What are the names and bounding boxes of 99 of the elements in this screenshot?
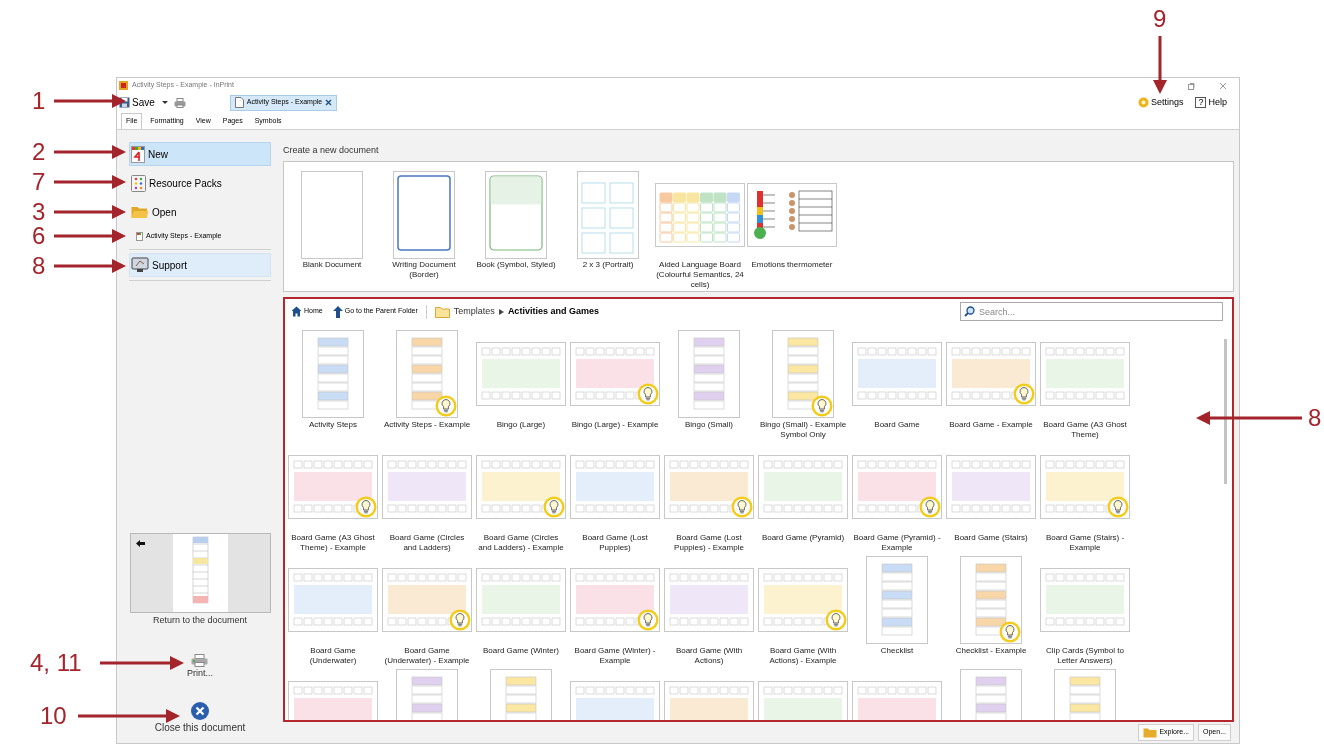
calendar-icon [131,145,145,163]
close-icon[interactable] [1219,81,1227,90]
settings-button[interactable]: Settings [1137,95,1184,110]
template-tile[interactable]: Blank Document [286,169,378,270]
template-tile[interactable]: Board Game [850,327,944,441]
callout-number: 9 [1153,6,1167,32]
template-tile[interactable]: Board Game (Stairs) - Example [1038,440,1132,554]
template-tile[interactable]: Emotions thermometer [746,169,838,270]
callout-arrow [54,259,126,273]
lightbulb-icon [637,382,659,405]
callout-number: 2 [32,139,46,165]
template-tile[interactable]: Aided Language Board (Colourful Semantics, 24 cells) [654,169,746,290]
template-tile[interactable]: Clip Cards (Symbol to Letter Answers) [1038,553,1132,667]
template-tile[interactable]: Book (Symbol, Styled) [470,169,562,270]
callout-arrow [1153,36,1167,94]
template-tile[interactable]: Board Game (A3 Ghost Theme) [1038,327,1132,441]
scrollbar-thumb[interactable] [1224,338,1227,484]
folder-icon [1143,727,1158,738]
callout-number: 3 [32,199,46,225]
support-button[interactable]: Support [129,253,271,277]
chevron-icon [498,308,504,315]
document-icon [136,231,143,241]
search-field[interactable]: Search... [960,302,1223,321]
template-tile[interactable]: Board Game (Winter) - Example [568,553,662,667]
template-tile[interactable]: Checklist [850,553,944,667]
lightbulb-icon [449,608,471,631]
callout-arrow [54,229,126,243]
breadcrumb-current: Activities and Games [507,304,599,318]
restore-icon[interactable] [1187,81,1195,90]
gear-icon [1137,97,1149,108]
printer-icon [191,653,209,667]
callout-number: 1 [32,88,46,114]
template-tile[interactable]: Board Game (Pyramid) [756,440,850,554]
search-icon [964,306,975,317]
callout-arrow [54,205,126,219]
template-tile[interactable]: Board Game (Stairs) [944,440,1038,554]
lightbulb-icon [435,394,457,417]
callout-arrow [54,145,126,159]
template-tile[interactable]: Board Game (With Actions) [662,553,756,667]
lightbulb-icon [1107,495,1129,518]
close-circle-icon [191,702,209,720]
lightbulb-icon [637,608,659,631]
folder-icon [434,305,450,318]
template-tile[interactable]: Checklist - Example [944,553,1038,667]
sidebar-item[interactable]: New [129,142,271,166]
callout-number: 6 [32,223,46,249]
lightbulb-icon [999,620,1021,643]
up-arrow-icon [332,305,343,318]
section-heading: Create a new document [283,144,380,157]
help-button[interactable]: ? Help [1195,95,1227,110]
sidebar-item[interactable]: Open [129,200,271,224]
document-icon [234,97,244,108]
template-tile[interactable]: Activity Steps [286,327,380,441]
preview-caption: Return to the document [152,614,248,627]
caret-icon[interactable] [161,100,168,105]
lightbulb-icon [825,608,847,631]
monitor-icon [131,257,149,273]
callout-number: 4, 11 [30,650,82,676]
printer-icon[interactable] [173,97,186,108]
template-tile[interactable]: Writing Document (Border) [378,169,470,280]
callout-number: 8 [32,253,46,279]
template-tile[interactable]: Bingo (Small) [662,327,756,441]
callout-number: 7 [32,169,46,195]
template-tile[interactable]: Board Game (Lost Puppies) [568,440,662,554]
template-tile[interactable]: 2 x 3 (Portrait) [562,169,654,270]
home-icon [291,306,302,317]
template-tile[interactable]: Board Game (Circles and Ladders) - Example [474,440,568,554]
template-tile[interactable]: Bingo (Large) - Example [568,327,662,441]
lightbulb-icon [1013,382,1035,405]
template-tile[interactable]: Board Game (Winter) [474,553,568,667]
lightbulb-icon [355,495,377,518]
template-tile[interactable]: Board Game (Underwater) [286,553,380,667]
lightbulb-icon [811,394,833,417]
callout-number: 8 [1308,405,1322,431]
template-tile[interactable]: Bingo (Small) - Example Symbol Only [756,327,850,441]
app-icon [119,81,128,90]
folder-icon [131,205,149,219]
template-tile[interactable]: Board Game (With Actions) - Example [756,553,850,667]
back-arrow-icon[interactable] [135,540,145,547]
callout-number: 10 [40,703,67,729]
help-icon: ? [1195,97,1207,108]
close-icon[interactable] [325,99,333,106]
template-tile[interactable]: Bingo (Large) [474,327,568,441]
template-tile[interactable]: Board Game - Example [944,327,1038,441]
lightbulb-icon [543,495,565,518]
packs-icon [131,174,146,192]
breadcrumb-link[interactable]: Templates [453,304,495,319]
print-button[interactable]: Print... [187,653,213,680]
template-tile[interactable]: Board Game (Circles and Ladders) [380,440,474,554]
lightbulb-icon [731,495,753,518]
callout-arrow [54,94,126,108]
template-tile[interactable]: Board Game (Lost Puppies) - Example [662,440,756,554]
template-tile[interactable]: Board Game (A3 Ghost Theme) - Example [286,440,380,554]
lightbulb-icon [919,495,941,518]
template-tile[interactable]: Board Game (Underwater) - Example [380,553,474,667]
sidebar-item[interactable]: Resource Packs [129,171,271,195]
callout-arrow [54,175,126,189]
template-tile[interactable]: Board Game (Pyramid) - Example [850,440,944,554]
template-tile[interactable]: Activity Steps - Example [380,327,474,441]
